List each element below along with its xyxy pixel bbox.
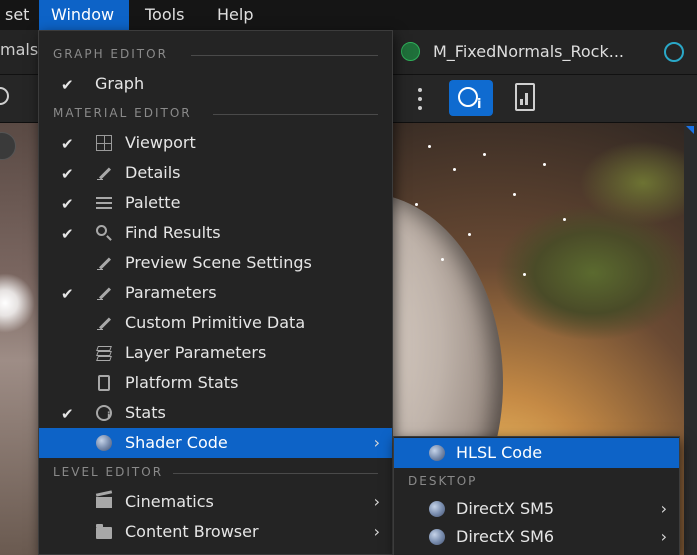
submenu-item-label: DirectX SM5 xyxy=(456,499,555,518)
menu-item-palette[interactable]: ✔ Palette xyxy=(39,188,392,218)
submenu-arrow-icon: › xyxy=(660,499,667,518)
light-glow xyxy=(0,273,35,333)
star xyxy=(513,193,516,196)
star xyxy=(441,258,444,261)
star xyxy=(483,153,486,156)
stats-icon xyxy=(458,87,478,107)
layers-icon xyxy=(96,345,112,361)
section-material-editor: MATERIAL EDITOR xyxy=(53,106,378,122)
shader-code-submenu: HLSL Code DESKTOP DirectX SM5 › DirectX … xyxy=(393,436,680,555)
menu-item-label: Preview Scene Settings xyxy=(125,253,312,272)
star xyxy=(468,233,471,236)
submenu-arrow-icon: › xyxy=(373,522,380,541)
material-sphere-icon xyxy=(96,435,112,451)
menu-item-viewport[interactable]: ✔ Viewport xyxy=(39,128,392,158)
menu-item-label: Platform Stats xyxy=(125,373,239,392)
submenu-item-directx-sm5[interactable]: DirectX SM5 › xyxy=(394,494,679,524)
platform-stats-icon xyxy=(98,375,110,391)
menu-item-custom-primitive-data[interactable]: Custom Primitive Data xyxy=(39,308,392,338)
star xyxy=(543,163,546,166)
material-globe-icon xyxy=(401,42,420,61)
check-icon: ✔ xyxy=(61,76,74,94)
check-icon: ✔ xyxy=(61,165,74,183)
menu-tools[interactable]: Tools xyxy=(133,0,196,30)
stats-info-badge: i xyxy=(477,97,482,112)
check-icon: ✔ xyxy=(61,195,74,213)
submenu-arrow-icon: › xyxy=(373,492,380,511)
star xyxy=(453,168,456,171)
menu-window[interactable]: Window xyxy=(39,0,129,30)
star xyxy=(415,203,418,206)
tab-material[interactable]: M_FixedNormals_Rock... xyxy=(397,30,660,74)
viewport-right-strip xyxy=(684,123,697,555)
details-icon xyxy=(96,165,112,181)
check-icon: ✔ xyxy=(61,285,74,303)
custom-primitive-icon xyxy=(96,315,112,331)
menu-item-preview-scene-settings[interactable]: Preview Scene Settings xyxy=(39,248,392,278)
corner-marker xyxy=(686,126,694,134)
menu-item-parameters[interactable]: ✔ Parameters xyxy=(39,278,392,308)
submenu-item-directx-sm6[interactable]: DirectX SM6 › xyxy=(394,522,679,552)
section-level-editor: LEVEL EDITOR xyxy=(53,465,378,481)
submenu-item-hlsl-code[interactable]: HLSL Code xyxy=(394,438,679,468)
menu-item-stats[interactable]: ✔ Stats xyxy=(39,398,392,428)
toolbar-kebab-icon-b[interactable] xyxy=(418,88,426,110)
menu-item-label: Cinematics xyxy=(125,492,214,511)
palette-icon xyxy=(96,195,112,211)
menu-item-graph[interactable]: ✔ Graph xyxy=(39,69,392,99)
tab-third-icon[interactable] xyxy=(664,42,684,62)
menu-item-label: Details xyxy=(125,163,181,182)
tab-material-label: M_FixedNormals_Rock... xyxy=(433,42,624,61)
toolbar-left-icon[interactable] xyxy=(0,87,9,105)
menu-item-label: Layer Parameters xyxy=(125,343,267,362)
material-sphere-icon xyxy=(429,529,445,545)
preview-scene-icon xyxy=(96,255,112,271)
menu-asset-partial[interactable]: set xyxy=(0,0,41,30)
folder-icon xyxy=(96,524,112,539)
menu-item-content-browser[interactable]: Content Browser › xyxy=(39,517,392,547)
menu-item-label: Viewport xyxy=(125,133,196,152)
submenu-arrow-icon: › xyxy=(373,433,380,452)
submenu-item-label: DirectX SM6 xyxy=(456,527,555,546)
clapperboard-icon xyxy=(96,497,112,508)
star xyxy=(563,218,566,221)
menu-item-label: Shader Code xyxy=(125,433,228,452)
material-sphere-icon xyxy=(429,501,445,517)
menu-item-cinematics[interactable]: Cinematics › xyxy=(39,487,392,517)
viewport-icon xyxy=(96,135,112,151)
material-sphere-icon xyxy=(429,445,445,461)
menu-item-find-results[interactable]: ✔ Find Results xyxy=(39,218,392,248)
check-icon: ✔ xyxy=(61,135,74,153)
star xyxy=(428,145,431,148)
submenu-arrow-icon: › xyxy=(660,527,667,546)
search-icon xyxy=(96,225,112,241)
menu-item-label: Parameters xyxy=(125,283,217,302)
parameters-icon xyxy=(96,285,112,301)
menu-item-shader-code[interactable]: Shader Code › xyxy=(39,428,392,458)
viewport-left-render xyxy=(0,123,40,555)
menu-item-label: Custom Primitive Data xyxy=(125,313,306,332)
menu-help[interactable]: Help xyxy=(205,0,265,30)
star xyxy=(523,273,526,276)
menu-item-label: Find Results xyxy=(125,223,221,242)
window-menu: GRAPH EDITOR ✔ Graph MATERIAL EDITOR ✔ V… xyxy=(38,30,393,555)
menu-item-label: Graph xyxy=(95,74,145,93)
menu-bar: set Window Tools Help xyxy=(0,0,697,30)
menu-item-platform-stats[interactable]: Platform Stats xyxy=(39,368,392,398)
check-icon: ✔ xyxy=(61,225,74,243)
menu-item-label: Palette xyxy=(125,193,181,212)
stats-toggle-button[interactable]: i xyxy=(449,80,493,116)
check-icon: ✔ xyxy=(61,405,74,423)
menu-item-label: Stats xyxy=(125,403,166,422)
menu-item-details[interactable]: ✔ Details xyxy=(39,158,392,188)
menu-item-label: Content Browser xyxy=(125,522,259,541)
submenu-item-label: HLSL Code xyxy=(456,443,543,462)
stats-icon xyxy=(96,405,112,422)
section-desktop: DESKTOP xyxy=(408,474,478,488)
platform-stats-button[interactable] xyxy=(515,83,535,111)
section-graph-editor: GRAPH EDITOR xyxy=(53,47,378,63)
menu-item-layer-parameters[interactable]: Layer Parameters xyxy=(39,338,392,368)
